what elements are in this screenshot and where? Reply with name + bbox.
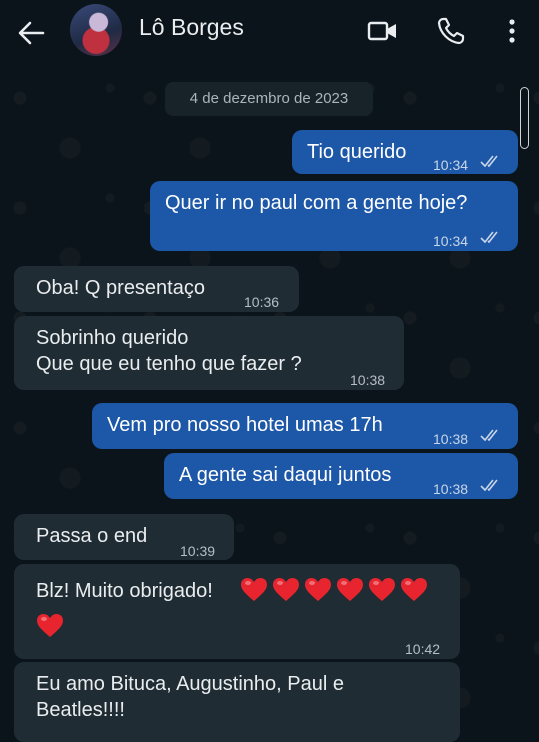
video-call-icon[interactable] (366, 14, 400, 48)
message-bubble-incoming[interactable]: Passa o end 10:39 (14, 514, 234, 560)
message-text: Quer ir no paul com a gente hoje? (165, 192, 468, 214)
message-bubble-incoming[interactable]: Oba! Q presentaço 10:36 (14, 266, 299, 312)
read-receipt-icon (480, 231, 498, 244)
heart-emoji (369, 577, 395, 601)
message-text: Oba! Q presentaço (36, 277, 205, 299)
read-receipt-icon (480, 155, 498, 168)
heart-emoji (337, 577, 363, 601)
message-time: 10:34 (433, 157, 469, 173)
contact-name[interactable]: Lô Borges (139, 14, 244, 41)
message-text: Tio querido (307, 141, 407, 163)
chat-header: Lô Borges (0, 0, 539, 68)
message-time: 10:38 (433, 431, 469, 447)
message-bubble-outgoing[interactable]: Tio querido 10:34 (292, 130, 518, 174)
heart-emoji-row (240, 576, 432, 603)
message-time: 10:39 (180, 543, 216, 559)
heart-emoji (305, 577, 331, 601)
message-text: Vem pro nosso hotel umas 17h (107, 414, 383, 436)
date-separator: 4 de dezembro de 2023 (165, 82, 373, 116)
message-bubble-outgoing[interactable]: Quer ir no paul com a gente hoje? 10:34 (150, 181, 518, 251)
message-text: A gente sai daqui juntos (179, 464, 392, 486)
message-bubble-incoming[interactable]: Sobrinho querido Que que eu tenho que fa… (14, 316, 404, 390)
message-text-line2: Que que eu tenho que fazer ? (36, 353, 302, 375)
heart-emoji (401, 577, 427, 601)
heart-emoji-row (36, 612, 68, 639)
read-receipt-icon (480, 479, 498, 492)
message-time: 10:38 (350, 372, 386, 388)
message-time: 10:42 (405, 641, 441, 657)
heart-emoji (37, 613, 63, 637)
message-bubble-outgoing[interactable]: Vem pro nosso hotel umas 17h 10:38 (92, 403, 518, 449)
message-time: 10:34 (433, 233, 469, 249)
message-time: 10:36 (244, 294, 280, 310)
heart-emoji (241, 577, 267, 601)
read-receipt-icon (480, 429, 498, 442)
message-text-line1: Eu amo Bituca, Augustinho, Paul e (36, 673, 344, 695)
heart-emoji (273, 577, 299, 601)
message-text: Passa o end (36, 525, 148, 547)
avatar[interactable] (70, 4, 122, 56)
message-bubble-outgoing[interactable]: A gente sai daqui juntos 10:38 (164, 453, 518, 499)
more-options-icon[interactable] (495, 14, 529, 48)
message-text: Blz! Muito obrigado! (36, 580, 213, 602)
message-text-line2: Beatles!!!! (36, 699, 125, 721)
message-bubble-incoming[interactable]: Eu amo Bituca, Augustinho, Paul e Beatle… (14, 662, 460, 742)
message-bubble-incoming[interactable]: Blz! Muito obrigado! 10:42 (14, 564, 460, 659)
back-arrow-icon[interactable] (16, 18, 46, 48)
phone-icon[interactable] (434, 14, 468, 48)
scrollbar[interactable] (520, 87, 529, 149)
message-time: 10:38 (433, 481, 469, 497)
message-text-line1: Sobrinho querido (36, 327, 189, 349)
